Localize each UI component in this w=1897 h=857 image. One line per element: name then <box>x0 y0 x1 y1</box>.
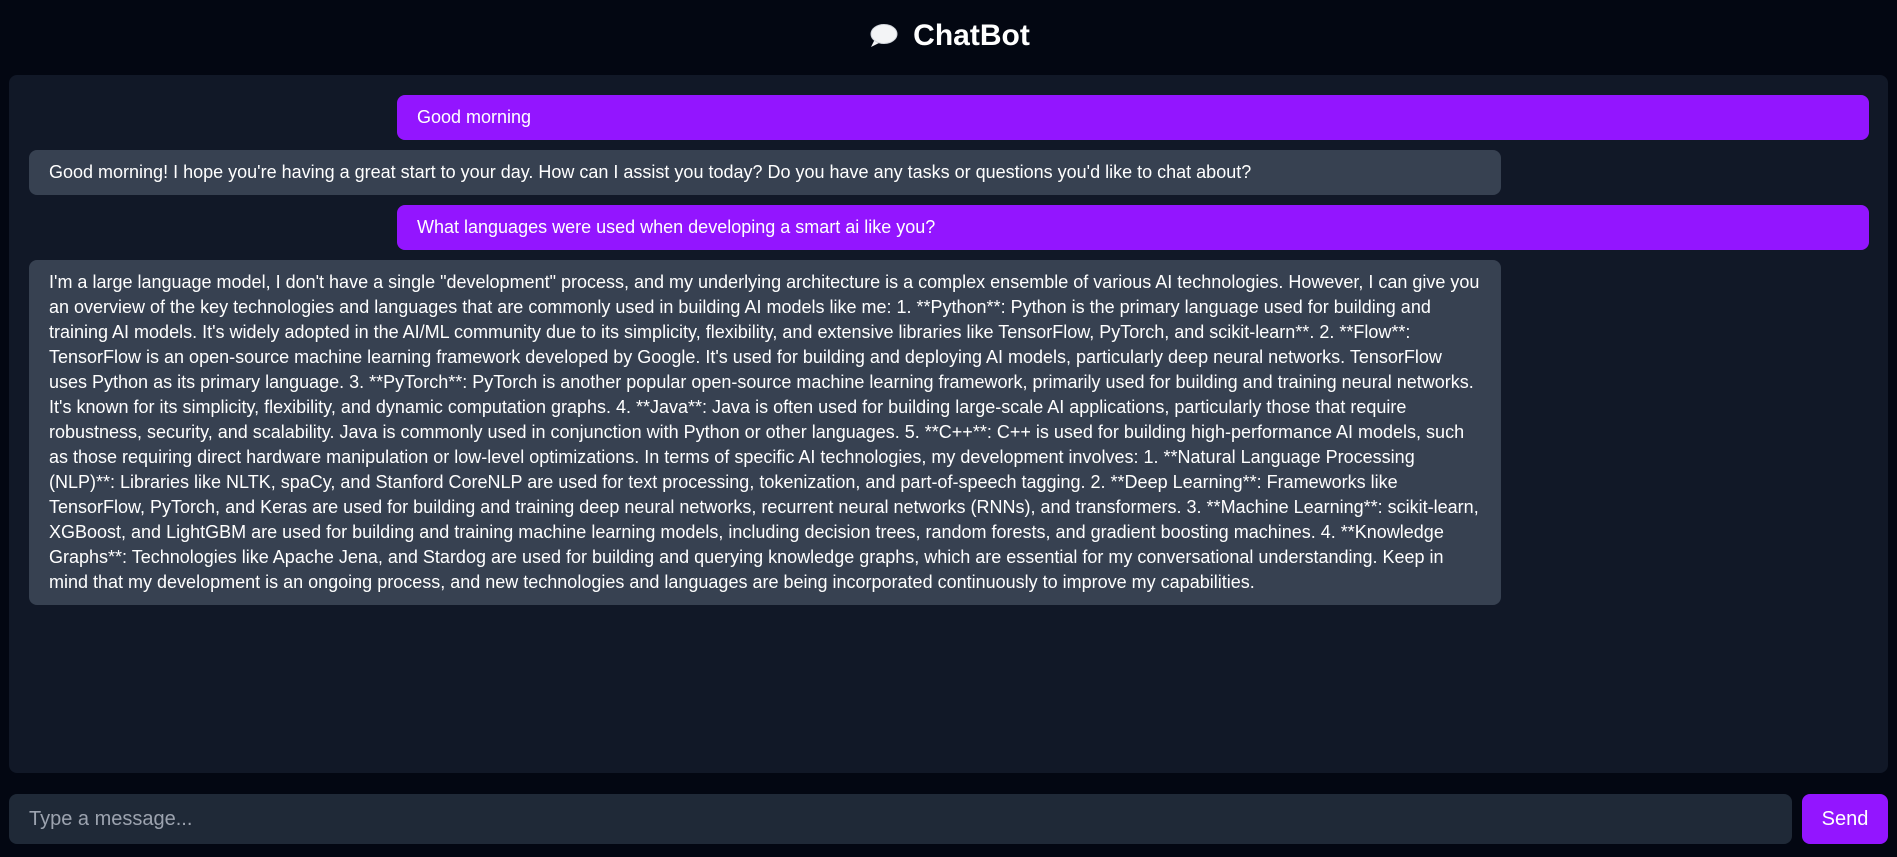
bot-message: I'm a large language model, I don't have… <box>29 260 1501 605</box>
app-title: ChatBot <box>913 19 1030 52</box>
chatbot-app: ChatBot Good morning Good morning! I hop… <box>0 0 1897 857</box>
chat-window[interactable]: Good morning Good morning! I hope you're… <box>9 75 1888 773</box>
send-button[interactable]: Send <box>1802 794 1888 844</box>
speech-bubble-icon <box>867 22 899 50</box>
message-input[interactable] <box>9 794 1792 844</box>
user-message: What languages were used when developing… <box>397 205 1869 250</box>
bot-message: Good morning! I hope you're having a gre… <box>29 150 1501 195</box>
user-message: Good morning <box>397 95 1869 140</box>
composer: Send <box>9 794 1888 844</box>
header: ChatBot <box>0 0 1897 72</box>
